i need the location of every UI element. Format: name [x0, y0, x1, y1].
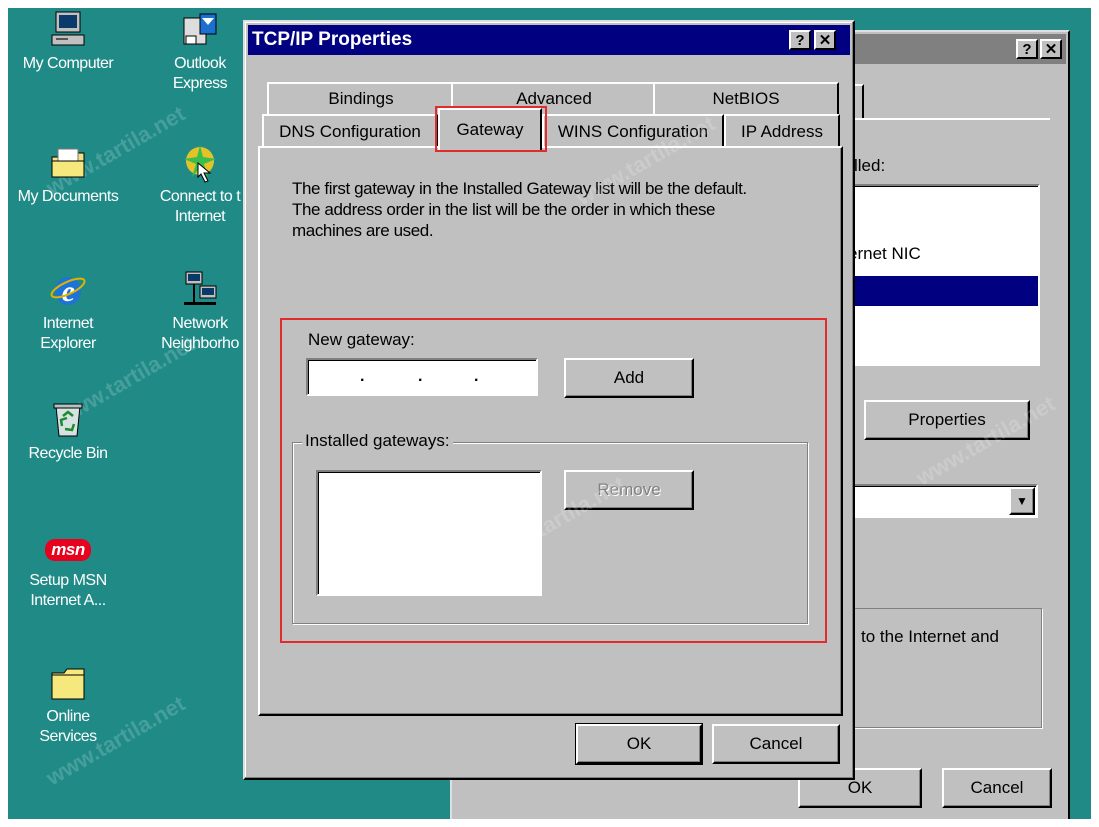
icon-label: Internet: [42, 315, 94, 332]
dialog-close-button[interactable]: ✕: [814, 30, 836, 50]
tab-label: DNS Configuration: [279, 122, 421, 141]
gateway-description: The first gateway in the Installed Gatew…: [292, 178, 747, 241]
recycle-bin-icon: [53, 403, 83, 437]
remove-gateway-button[interactable]: Remove: [564, 470, 694, 510]
ok-button[interactable]: OK: [575, 723, 703, 765]
dialog-help-button[interactable]: ?: [789, 30, 811, 50]
cancel-button[interactable]: Cancel: [712, 724, 840, 764]
close-icon: ✕: [1044, 41, 1058, 58]
icon-label: Services: [39, 728, 97, 745]
msn-icon: msn: [38, 533, 98, 567]
background-properties-button[interactable]: Properties: [864, 400, 1030, 440]
new-gateway-label: New gateway:: [308, 330, 415, 350]
desktop-icon-setup-msn[interactable]: msn Setup MSN Internet A...: [8, 533, 133, 611]
outlook-icon: [183, 13, 217, 45]
ip-separator: .: [360, 368, 365, 385]
gateway-tab-panel: The first gateway in the Installed Gatew…: [258, 146, 843, 716]
button-label: Add: [613, 368, 645, 387]
network-icon: [184, 271, 217, 305]
installed-gateways-label: Installed gateways:: [302, 431, 453, 451]
description-text: to the Internet and: [861, 627, 999, 646]
new-gateway-ip-input[interactable]: . . .: [306, 358, 538, 396]
dialog-title-bar: TCP/IP Properties: [248, 25, 850, 55]
folder-icon: [51, 668, 85, 700]
description-line: The first gateway in the Installed Gatew…: [292, 179, 747, 198]
connect-wizard-icon: [184, 145, 216, 183]
desktop-icon-internet-explorer[interactable]: e Internet Explorer: [8, 270, 133, 354]
button-label: Properties: [908, 410, 986, 429]
help-icon: ?: [1022, 40, 1032, 58]
button-label: Cancel: [749, 734, 803, 753]
desktop-icon-online-services[interactable]: Online Services: [8, 663, 133, 747]
label-text: New gateway:: [308, 330, 415, 349]
tab-label: WINS Configuration: [557, 122, 709, 141]
ip-separator: .: [418, 368, 423, 385]
internet-explorer-icon: e: [50, 275, 86, 308]
label-text: Installed gateways:: [305, 431, 450, 450]
button-label: OK: [626, 734, 652, 753]
background-description-box: to the Internet and: [840, 608, 1042, 728]
background-cancel-button[interactable]: Cancel: [942, 768, 1052, 808]
tab-dns-configuration[interactable]: DNS Configuration: [262, 114, 438, 148]
help-icon: ?: [795, 31, 805, 49]
msn-logo-text: msn: [45, 539, 91, 561]
tab-ip-address[interactable]: IP Address: [724, 114, 840, 148]
background-panel-edge: [840, 118, 1050, 120]
desktop-icon-my-documents[interactable]: My Documents: [8, 143, 133, 207]
add-gateway-button[interactable]: Add: [564, 358, 694, 398]
folder-documents-icon: [51, 148, 85, 178]
tab-label: Bindings: [328, 89, 394, 108]
installed-gateways-list[interactable]: [316, 470, 542, 596]
icon-label: My Documents: [17, 188, 119, 205]
button-label: Remove: [597, 480, 661, 499]
description-line: The address order in the list will be th…: [292, 200, 716, 219]
tab-label: Advanced: [516, 89, 592, 108]
tab-gateway[interactable]: Gateway: [438, 108, 542, 150]
tab-label: NetBIOS: [712, 89, 780, 108]
tcpip-properties-dialog: TCP/IP Properties ? ✕ Bindings Advanced …: [243, 20, 855, 780]
icon-label: Recycle Bin: [28, 445, 108, 462]
desktop: www.tartila.net www.tartila.net www.tart…: [8, 8, 1091, 819]
tab-netbios[interactable]: NetBIOS: [653, 82, 839, 114]
background-help-button[interactable]: ?: [1016, 39, 1038, 59]
background-list-label: lled:: [854, 156, 886, 175]
button-label: Cancel: [970, 778, 1024, 797]
icon-label: Explorer: [40, 335, 96, 352]
button-label: OK: [847, 778, 873, 797]
icon-label: My Computer: [22, 55, 114, 72]
tab-label: IP Address: [741, 122, 823, 141]
background-close-button[interactable]: ✕: [1040, 39, 1062, 59]
desktop-icon-my-computer[interactable]: My Computer: [8, 10, 133, 74]
tab-wins-configuration[interactable]: WINS Configuration: [542, 114, 724, 148]
close-icon: ✕: [818, 32, 832, 49]
tab-label: Gateway: [456, 120, 524, 139]
dropdown-arrow-button[interactable]: ▼: [1009, 487, 1035, 515]
chevron-down-icon: ▼: [1016, 494, 1028, 508]
icon-label: Online: [46, 708, 90, 725]
dialog-title: TCP/IP Properties: [252, 29, 413, 50]
background-dropdown[interactable]: ▼: [840, 484, 1038, 518]
ip-separator: .: [474, 368, 479, 385]
computer-icon: [51, 11, 85, 46]
icon-label: Internet A...: [30, 592, 106, 609]
description-line: machines are used.: [292, 221, 434, 240]
tab-bindings[interactable]: Bindings: [267, 82, 455, 114]
icon-label: Setup MSN: [29, 572, 107, 589]
desktop-icon-recycle-bin[interactable]: Recycle Bin: [8, 400, 133, 464]
